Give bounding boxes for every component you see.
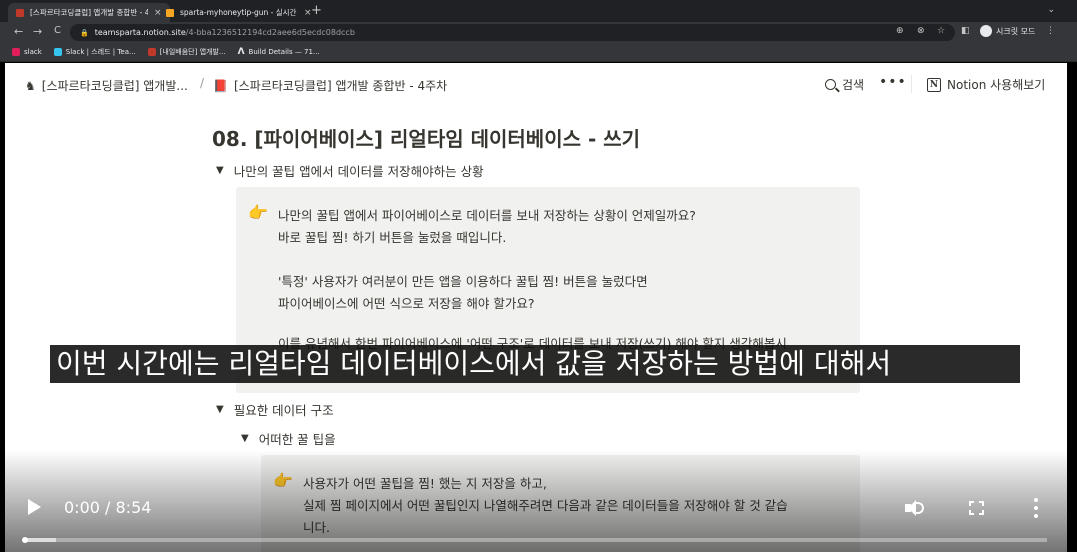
- try-notion-label: Notion 사용해보기: [947, 78, 1046, 92]
- hand-favicon-icon: [166, 8, 174, 17]
- profile-label: 시크릿 모드: [996, 26, 1036, 36]
- callout-text: 나만의 꿀팁 앱에서 파이어베이스로 데이터를 보내 저장하는 상황이 언제일까…: [278, 208, 696, 223]
- callout-text: 파이어베이스에 어떤 식으로 저장을 해야 할가요?: [278, 296, 535, 311]
- toggle-which-tip[interactable]: ▼ 어떠한 꿀 팁을: [241, 429, 336, 448]
- notion-topbar: ♞ [스파르타코딩클럽] 앱개발... / 📕 [스파르타코딩클럽] 앱개발 종…: [5, 63, 1067, 107]
- lock-icon: 🔒: [80, 28, 89, 37]
- browser-toolbar: ← → C 🔒 teamsparta.notion.site /4-bba123…: [0, 22, 1077, 43]
- breadcrumb-item-parent[interactable]: ♞ [스파르타코딩클럽] 앱개발...: [25, 77, 188, 94]
- expo-logo-icon: Λ: [237, 47, 245, 57]
- toggle-label: 필요한 데이터 구조: [233, 403, 334, 418]
- callout-text: 바로 꿀팁 찜! 하기 버튼을 눌렀을 때입니다.: [278, 230, 507, 245]
- search-button[interactable]: 검색: [825, 76, 864, 93]
- slack-icon: [12, 48, 20, 56]
- bookmark-item[interactable]: [내일배움단] 앱개발...: [147, 47, 226, 57]
- page-title: 08. [파이어베이스] 리얼타임 데이터베이스 - 쓰기: [212, 127, 641, 151]
- tab-search-chevron-icon[interactable]: ⌄: [1047, 5, 1055, 15]
- side-panel-icon[interactable]: ◧: [961, 26, 970, 36]
- breadcrumb-item-current[interactable]: 📕 [스파르타코딩클럽] 앱개발 종합반 - 4주차: [213, 77, 447, 94]
- toggle-data-structure[interactable]: ▼ 필요한 데이터 구조: [216, 400, 334, 419]
- tab-active[interactable]: [스파르타코딩클럽] 앱개발 종합반 - 4주차 ×: [8, 3, 170, 22]
- toggle-arrow-icon[interactable]: ▼: [216, 404, 224, 415]
- bookmark-item[interactable]: Λ Build Details — 71...: [238, 47, 320, 57]
- divider: [911, 75, 912, 93]
- progress-scrubber-handle[interactable]: [22, 537, 28, 543]
- chess-knight-icon: ♞: [25, 78, 36, 93]
- breadcrumb-label: [스파르타코딩클럽] 앱개발...: [41, 79, 188, 93]
- red-book-icon: 📕: [213, 78, 228, 93]
- breadcrumb-separator: /: [200, 76, 205, 90]
- toggle-situation[interactable]: ▼ 나만의 꿀팁 앱에서 데이터를 저장해야하는 상황: [216, 161, 484, 180]
- url-host: teamsparta.notion.site: [94, 28, 186, 37]
- pointing-hand-icon: 👉: [248, 203, 268, 222]
- address-bar[interactable]: 🔒 teamsparta.notion.site /4-bba123651219…: [70, 24, 955, 41]
- tab-inactive[interactable]: sparta-myhoneytip-gun - 실시간 ×: [158, 3, 320, 22]
- breadcrumb-label: [스파르타코딩클럽] 앱개발 종합반 - 4주차: [233, 79, 448, 93]
- toggle-arrow-icon[interactable]: ▼: [216, 165, 224, 176]
- bookmark-star-icon[interactable]: ☆: [937, 26, 945, 36]
- more-menu-icon[interactable]: [1034, 498, 1038, 518]
- tab-title: [스파르타코딩클럽] 앱개발 종합반 - 4주차: [30, 8, 148, 17]
- slack-icon: [53, 48, 62, 56]
- browser-tab-bar: [스파르타코딩클럽] 앱개발 종합반 - 4주차 × sparta-myhone…: [0, 0, 1077, 22]
- bookmark-label: [내일배움단] 앱개발...: [159, 48, 226, 56]
- tab-title: sparta-myhoneytip-gun - 실시간: [180, 8, 297, 17]
- notion-logo-icon: N: [927, 77, 941, 92]
- try-notion-button[interactable]: N Notion 사용해보기: [927, 76, 1045, 93]
- video-subtitle: 이번 시간에는 리얼타임 데이터베이스에서 값을 저장하는 방법에 대해서: [50, 345, 1020, 383]
- volume-icon[interactable]: [905, 499, 927, 519]
- browser-menu-icon[interactable]: ⋮: [1046, 26, 1055, 36]
- bookmark-item[interactable]: Slack | 스레드 | Tea...: [53, 47, 136, 57]
- fullscreen-icon[interactable]: [969, 501, 984, 515]
- toggle-arrow-icon[interactable]: ▼: [241, 433, 249, 444]
- time-display: 0:00 / 8:54: [64, 498, 152, 517]
- bookmark-label: Build Details — 71...: [248, 48, 320, 56]
- more-options-icon[interactable]: •••: [879, 74, 907, 90]
- back-arrow-icon[interactable]: ←: [14, 25, 23, 38]
- callout-text: '특정' 사용자가 여러분이 만든 앱을 이용하다 꿀팁 찜! 버튼을 눌렀다면: [278, 274, 648, 289]
- bookmark-label: Slack | 스레드 | Tea...: [65, 48, 136, 56]
- search-icon: [825, 79, 836, 90]
- progress-buffered: [25, 538, 56, 542]
- bookmarks-bar: slack Slack | 스레드 | Tea... [내일배움단] 앱개발..…: [0, 43, 1077, 62]
- url-path: /4-bba1236512194cd2aee6d5ecdc08dccb: [185, 28, 355, 37]
- forward-arrow-icon[interactable]: →: [33, 25, 42, 38]
- incognito-profile-button[interactable]: 시크릿 모드: [980, 25, 1035, 37]
- play-icon[interactable]: [28, 499, 41, 515]
- bookmark-item[interactable]: slack: [12, 48, 42, 56]
- notion-page-favicon-icon: [16, 8, 24, 17]
- progress-bar[interactable]: [25, 538, 1047, 542]
- video-controls: 0:00 / 8:54: [0, 485, 1077, 552]
- search-label: 검색: [842, 78, 865, 92]
- zoom-icon[interactable]: ⊕: [896, 26, 904, 36]
- share-icon[interactable]: ⊗: [917, 26, 925, 36]
- notion-page: ♞ [스파르타코딩클럽] 앱개발... / 📕 [스파르타코딩클럽] 앱개발 종…: [5, 63, 1067, 552]
- toggle-label: 나만의 꿀팁 앱에서 데이터를 저장해야하는 상황: [233, 164, 484, 179]
- notion-book-icon: [147, 48, 156, 56]
- incognito-icon: [980, 25, 992, 37]
- new-tab-button[interactable]: +: [311, 3, 322, 18]
- reload-icon[interactable]: C: [54, 25, 61, 36]
- toggle-label: 어떠한 꿀 팁을: [258, 432, 336, 447]
- bookmark-label: slack: [24, 48, 42, 56]
